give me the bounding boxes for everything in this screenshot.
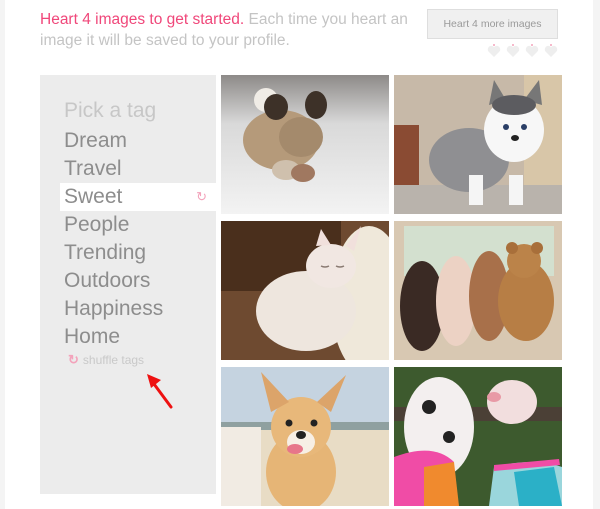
tag-label: People — [64, 213, 130, 236]
tag-sidebar: Pick a tag Dream Travel Sweet ↻ People Tr… — [40, 75, 216, 494]
intro-highlight: Heart 4 images to get started. — [40, 11, 245, 28]
tag-dream[interactable]: Dream — [60, 127, 216, 155]
shuffle-tags-label: shuffle tags — [82, 353, 145, 367]
tag-label: Sweet — [64, 185, 123, 208]
tag-trending[interactable]: Trending — [60, 239, 216, 267]
heart-icon — [525, 44, 539, 58]
tag-heading: Pick a tag — [64, 99, 157, 122]
image-tile[interactable] — [221, 367, 389, 506]
image-husky-puppy — [394, 75, 562, 214]
tag-label: Trending — [64, 241, 147, 264]
tag-label: Travel — [64, 157, 122, 180]
tag-travel[interactable]: Travel — [60, 155, 216, 183]
image-shih-tzu-snow — [221, 75, 389, 214]
tag-label: Dream — [64, 129, 128, 152]
tag-outdoors[interactable]: Outdoors — [60, 267, 216, 295]
tag-happiness[interactable]: Happiness — [60, 295, 216, 323]
tag-label: Outdoors — [64, 269, 151, 292]
image-tile[interactable] — [221, 75, 389, 214]
image-sleeping-kitten — [221, 221, 389, 360]
image-tile[interactable] — [394, 221, 562, 360]
image-tile[interactable] — [394, 367, 562, 506]
tag-list: Dream Travel Sweet ↻ People Trending Outd… — [60, 127, 216, 351]
tag-label: Happiness — [64, 297, 164, 320]
image-puppies-teddy — [394, 221, 562, 360]
heart-progress — [487, 44, 558, 58]
shuffle-tags-link[interactable]: ↻ shuffle tags — [68, 352, 144, 368]
image-piglets-tutus — [394, 367, 562, 506]
annotation-arrow-icon — [147, 374, 173, 409]
tag-label: Home — [64, 325, 121, 348]
heart-icon — [544, 44, 558, 58]
heart-more-images-button[interactable]: Heart 4 more images — [427, 9, 558, 39]
tag-people[interactable]: People — [60, 211, 216, 239]
image-tile[interactable] — [394, 75, 562, 214]
refresh-icon[interactable]: ↻ — [196, 183, 207, 211]
image-tile[interactable] — [221, 221, 389, 360]
intro-text: Heart 4 images to get started. Each time… — [40, 9, 410, 51]
tag-sweet[interactable]: Sweet ↻ — [60, 183, 216, 211]
tag-home[interactable]: Home — [60, 323, 216, 351]
heart-icon — [506, 44, 520, 58]
shuffle-icon: ↻ — [68, 352, 79, 367]
image-corgi-beach — [221, 367, 389, 506]
heart-icon — [487, 44, 501, 58]
